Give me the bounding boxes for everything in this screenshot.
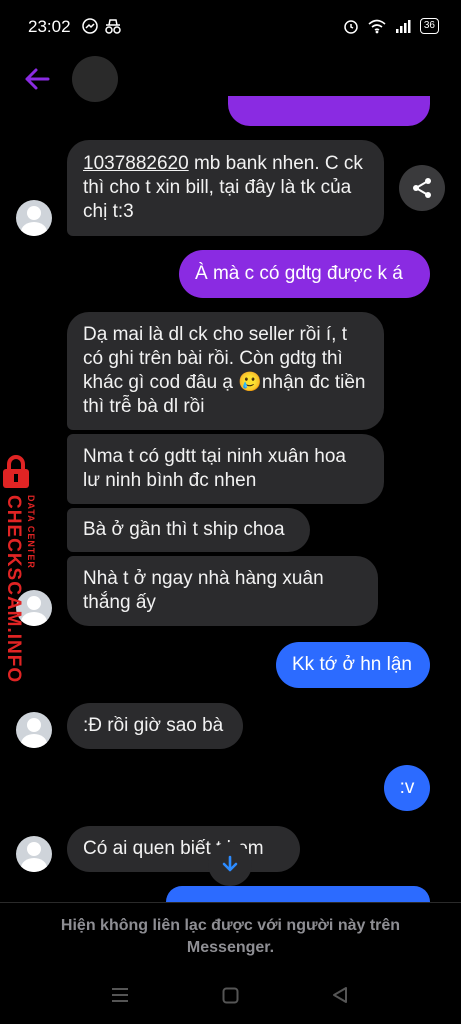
message-text: Nhà t ở ngay nhà hàng xuân thắng ấy bbox=[83, 568, 324, 613]
unavailable-notice: Hiện không liên lạc được với người này t… bbox=[0, 902, 461, 962]
lock-icon bbox=[3, 455, 29, 488]
message-text: Dạ mai là dl ck cho seller rồi í, t có g… bbox=[83, 324, 366, 417]
message-bubble-incoming[interactable]: 1037882620 mb bank nhen. C ck thì cho t … bbox=[67, 140, 384, 236]
message-bubble-incoming[interactable]: :Đ rồi giờ sao bà bbox=[67, 703, 243, 749]
messenger-icon bbox=[82, 18, 98, 34]
message-bubble-incoming[interactable]: Có ai quen biết t hem bbox=[67, 826, 300, 872]
message-bubble-partial[interactable] bbox=[228, 96, 430, 126]
message-text: Nma t có gdtt tại ninh xuân hoa lư ninh … bbox=[83, 446, 346, 491]
phone-number-link[interactable]: 1037882620 bbox=[83, 153, 189, 174]
sender-avatar[interactable] bbox=[16, 200, 52, 236]
share-icon bbox=[413, 178, 431, 198]
message-text: À mà c có gdtg được k á bbox=[195, 263, 403, 284]
message-text: Kk tớ ở hn lận bbox=[292, 654, 412, 675]
status-icons: 36 bbox=[343, 18, 439, 34]
share-button[interactable] bbox=[399, 165, 445, 211]
message-text: :Đ rồi giờ sao bà bbox=[83, 715, 224, 736]
menu-icon[interactable] bbox=[111, 987, 129, 1003]
battery-icon: 36 bbox=[419, 18, 439, 34]
message-text: 1037882620 mb bank nhen. C ck thì cho t … bbox=[83, 153, 363, 222]
home-icon[interactable] bbox=[222, 987, 239, 1004]
scroll-down-button[interactable] bbox=[208, 842, 252, 886]
status-bar: 23:02 36 bbox=[0, 0, 461, 56]
incognito-icon bbox=[105, 19, 121, 34]
message-bubble-incoming[interactable]: Bà ở gần thì t ship choa bbox=[67, 508, 310, 552]
message-bubble-incoming[interactable]: Nhà t ở ngay nhà hàng xuân thắng ấy bbox=[67, 556, 378, 626]
arrow-down-icon bbox=[222, 855, 238, 872]
message-text: :v bbox=[399, 777, 415, 798]
back-nav-icon[interactable] bbox=[332, 986, 348, 1004]
sender-avatar[interactable] bbox=[16, 712, 52, 748]
watermark-brand: CHECKSCAM.INFO bbox=[3, 495, 24, 684]
watermark-sub: DATA CENTER bbox=[26, 495, 36, 569]
contact-avatar[interactable] bbox=[72, 56, 118, 102]
sender-avatar[interactable] bbox=[16, 836, 52, 872]
message-bubble-partial[interactable] bbox=[166, 886, 430, 902]
wifi-icon bbox=[368, 19, 386, 33]
message-bubble-outgoing[interactable]: Kk tớ ở hn lận bbox=[276, 642, 430, 688]
signal-icon bbox=[395, 19, 411, 33]
alarm-icon bbox=[344, 20, 358, 34]
message-bubble-outgoing[interactable]: À mà c có gdtg được k á bbox=[179, 250, 430, 298]
notice-text: Hiện không liên lạc được với người này t… bbox=[60, 917, 401, 956]
watermark: CHECKSCAM.INFO DATA CENTER bbox=[0, 455, 40, 683]
back-arrow-icon[interactable] bbox=[20, 62, 54, 96]
system-nav-bar bbox=[0, 970, 461, 1024]
message-bubble-incoming[interactable]: Dạ mai là dl ck cho seller rồi í, t có g… bbox=[67, 312, 384, 430]
message-text: Bà ở gần thì t ship choa bbox=[83, 519, 285, 540]
status-time: 23:02 bbox=[28, 17, 71, 36]
message-bubble-incoming[interactable]: Nma t có gdtt tại ninh xuân hoa lư ninh … bbox=[67, 434, 384, 504]
message-bubble-outgoing[interactable]: :v bbox=[384, 765, 430, 811]
